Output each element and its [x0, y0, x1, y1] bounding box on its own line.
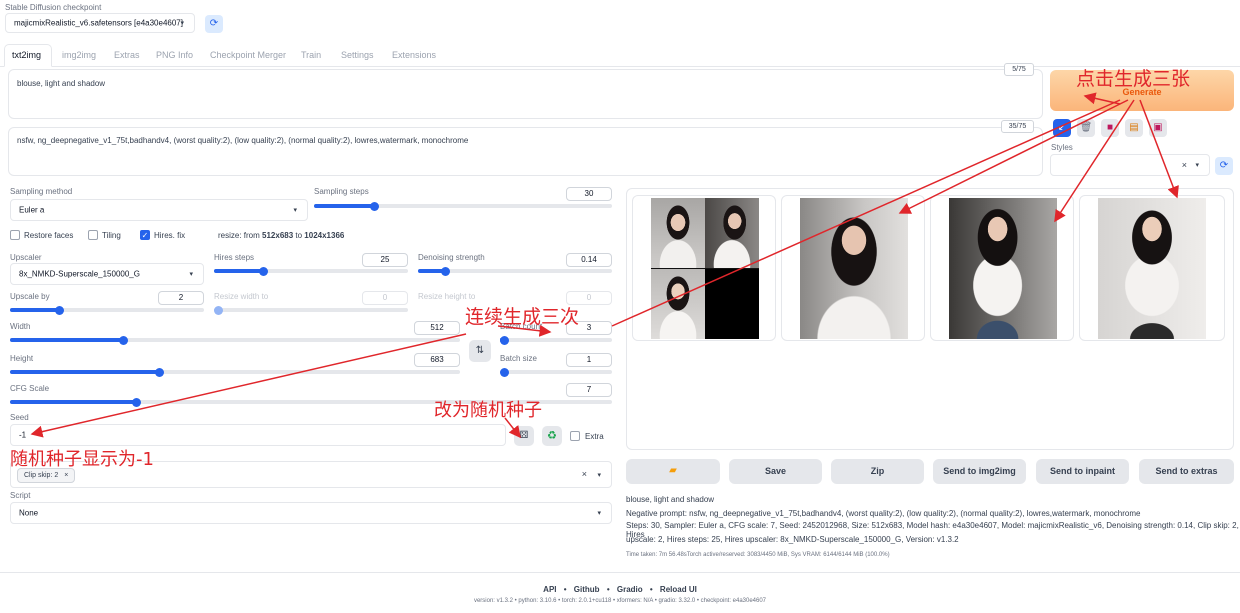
- arrow-to-image-3: [1139, 99, 1179, 199]
- annotation-random-seed: 改为随机种子: [434, 400, 542, 421]
- annotation-seed-shows: 随机种子显示为-1: [10, 449, 154, 470]
- arrow-to-image-1: [898, 99, 1129, 214]
- arrow-to-seed: [30, 333, 467, 438]
- annotation-arrows: [30, 92, 1179, 439]
- arrow-batch-to-generate: [611, 99, 1121, 327]
- annotation-generate-three: 点击生成三张: [1076, 68, 1191, 90]
- annotation-batch-three: 连续生成三次: [465, 306, 580, 328]
- arrow-to-image-2: [1054, 99, 1135, 223]
